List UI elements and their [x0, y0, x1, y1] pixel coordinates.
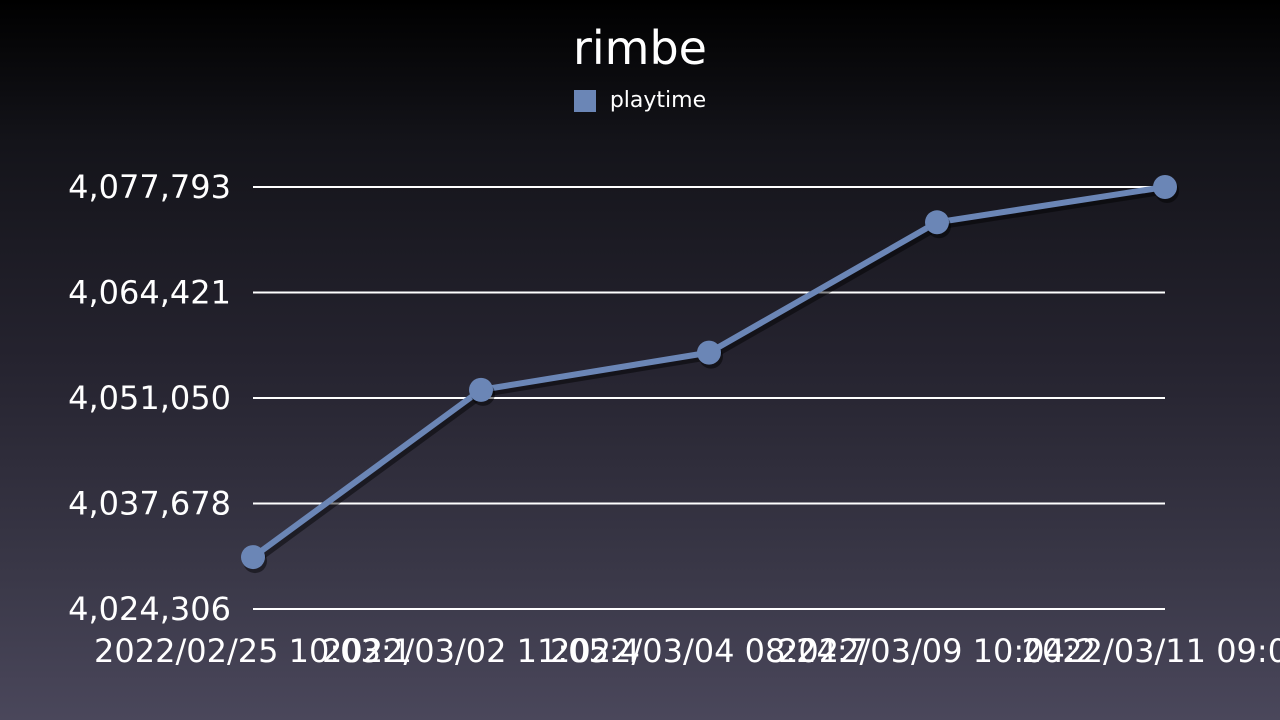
series-line — [251, 184, 1166, 560]
y-tick-label: 4,064,421 — [68, 274, 231, 312]
data-point — [469, 377, 493, 402]
data-point — [1153, 175, 1177, 199]
y-tick-label: 4,024,306 — [68, 590, 231, 628]
y-tick-label: 4,037,678 — [68, 485, 231, 523]
series-line-shadow — [254, 188, 1169, 564]
y-tick-label: 4,051,050 — [68, 379, 231, 417]
x-tick-label: 2022/03/11 09:05 — [1022, 632, 1280, 670]
line-chart: 4,024,306 4,037,678 4,051,050 4,064,421 4,07… — [68, 168, 1280, 670]
data-point — [241, 545, 265, 570]
y-tick-label: 4,077,793 — [68, 168, 231, 206]
data-point — [925, 210, 949, 235]
data-point — [697, 340, 721, 365]
